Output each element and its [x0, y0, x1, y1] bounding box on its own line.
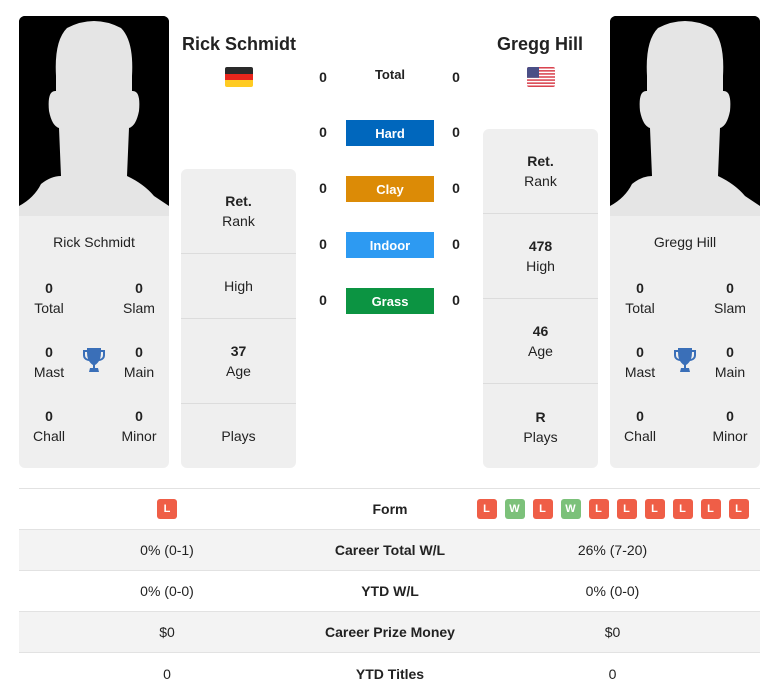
form-loss-badge: L: [644, 499, 665, 519]
h2h-grass-p1: 0: [319, 292, 327, 308]
row-label: YTD W/L: [361, 583, 419, 599]
player1-high: High: [181, 254, 296, 319]
silhouette-icon: [610, 16, 760, 216]
player2-main-titles: 0 Main: [714, 344, 746, 380]
h2h-hard-row: 0 Hard 0: [310, 120, 470, 148]
player1-form: L: [19, 499, 315, 519]
player1-mast-titles: 0 Mast: [33, 344, 65, 380]
h2h-total-p2: 0: [452, 69, 460, 85]
row-label: Career Prize Money: [325, 624, 455, 640]
player2-info-box: Ret. Rank 478 High 46 Age R Plays: [483, 129, 598, 468]
h2h-indoor-p2: 0: [452, 236, 460, 252]
surface-grass-badge[interactable]: Grass: [346, 288, 434, 314]
h2h-total-p1: 0: [319, 69, 327, 85]
silhouette-icon: [19, 16, 169, 216]
player1-card: Rick Schmidt 0 Total 0 Slam 0 Mast 0 Main 0C…: [19, 16, 169, 468]
table-row: 0% (0-0) YTD W/L 0% (0-0): [19, 571, 760, 612]
player2-card: Gregg Hill 0 Total 0 Slam 0 Mast 0 Main 0 Cha…: [610, 16, 760, 468]
surface-clay-badge[interactable]: Clay: [346, 176, 434, 202]
form-loss-badge: L: [532, 499, 553, 519]
form-win-badge: W: [504, 499, 525, 519]
player1-slam-titles: 0 Slam: [123, 280, 155, 316]
player1-chall-titles: 0 Chall: [33, 408, 65, 444]
trophy-icon: [82, 347, 106, 373]
player1-age: 37 Age: [181, 319, 296, 404]
form-row: L Form LWLWLLLLLL: [19, 489, 760, 530]
table-row: $0 Career Prize Money $0: [19, 612, 760, 653]
form-loss-badge: L: [157, 499, 177, 519]
player1-total-titles: 0 Total: [34, 280, 64, 316]
h2h-indoor-row: 0 Indoor 0: [310, 232, 470, 260]
player2-total-titles: 0 Total: [625, 280, 655, 316]
player1-value: $0: [159, 624, 175, 640]
form-win-badge: W: [560, 499, 581, 519]
germany-flag-icon: [225, 67, 253, 87]
h2h-clay-p2: 0: [452, 180, 460, 196]
player1-name[interactable]: Rick Schmidt: [174, 34, 304, 55]
h2h-total-label: Total: [374, 67, 406, 82]
player1-value: 0: [163, 665, 171, 682]
player1-value: 0% (0-1): [140, 542, 194, 558]
table-row: 0 YTD Titles 0: [19, 653, 760, 694]
player1-value: 0% (0-0): [140, 583, 194, 599]
form-loss-badge: L: [476, 499, 497, 519]
player2-value: $0: [604, 624, 621, 640]
h2h-grass-row: 0 Grass 0: [310, 288, 470, 316]
player2-value: 26% (7-20): [577, 542, 648, 558]
trophy-icon: [673, 347, 697, 373]
player2-form: LWLWLLLLLL: [465, 499, 760, 519]
usa-flag-icon: [527, 67, 555, 87]
form-label: Form: [372, 501, 408, 517]
player1-info-box: Ret. Rank High 37 Age Plays: [181, 169, 296, 468]
h2h-clay-p1: 0: [319, 180, 327, 196]
h2h-hard-p2: 0: [452, 124, 460, 140]
table-row: 0% (0-1) Career Total W/L 26% (7-20): [19, 530, 760, 571]
player2-slam-titles: 0 Slam: [714, 280, 746, 316]
player2-value: 0: [608, 665, 617, 682]
player2-minor-titles: 0 Minor: [712, 408, 748, 444]
player2-high: 478 High: [483, 214, 598, 299]
player2-photo: [610, 16, 760, 216]
player2-chall-titles: 0 Chall: [624, 408, 656, 444]
row-label: YTD Titles: [355, 665, 425, 682]
player2-age: 46 Age: [483, 299, 598, 384]
player2-card-name: Gregg Hill: [653, 234, 717, 250]
h2h-grass-p2: 0: [452, 292, 460, 308]
comparison-table: L Form LWLWLLLLLL 0% (0-1) Career Total …: [19, 488, 760, 694]
player1-rank: Ret. Rank: [181, 169, 296, 254]
form-loss-badge: L: [700, 499, 721, 519]
player2-plays: R Plays: [523, 408, 558, 445]
form-loss-badge: L: [672, 499, 693, 519]
player2-rank: Ret. Rank: [483, 129, 598, 214]
surface-indoor-badge[interactable]: Indoor: [346, 232, 434, 258]
player1-photo: [19, 16, 169, 216]
player2-name[interactable]: Gregg Hill: [475, 34, 605, 55]
h2h-hard-p1: 0: [319, 124, 327, 140]
form-loss-badge: L: [728, 499, 749, 519]
h2h-indoor-p1: 0: [319, 236, 327, 252]
row-label: Career Total W/L: [334, 542, 446, 558]
player2-value: 0% (0-0): [585, 583, 640, 599]
h2h-clay-row: 0 Clay 0: [310, 176, 470, 204]
h2h-total-row: 0 Total 0: [310, 65, 470, 93]
player2-mast-titles: 0 Mast: [624, 344, 656, 380]
player1-card-name: Rick Schmidt: [53, 234, 135, 250]
player1-minor-titles: 0 Minor: [121, 408, 157, 444]
player1-main-titles: 0 Main: [123, 344, 155, 380]
player1-plays: Plays: [221, 428, 256, 444]
form-loss-badge: L: [616, 499, 637, 519]
form-loss-badge: L: [588, 499, 609, 519]
surface-hard-badge[interactable]: Hard: [346, 120, 434, 146]
